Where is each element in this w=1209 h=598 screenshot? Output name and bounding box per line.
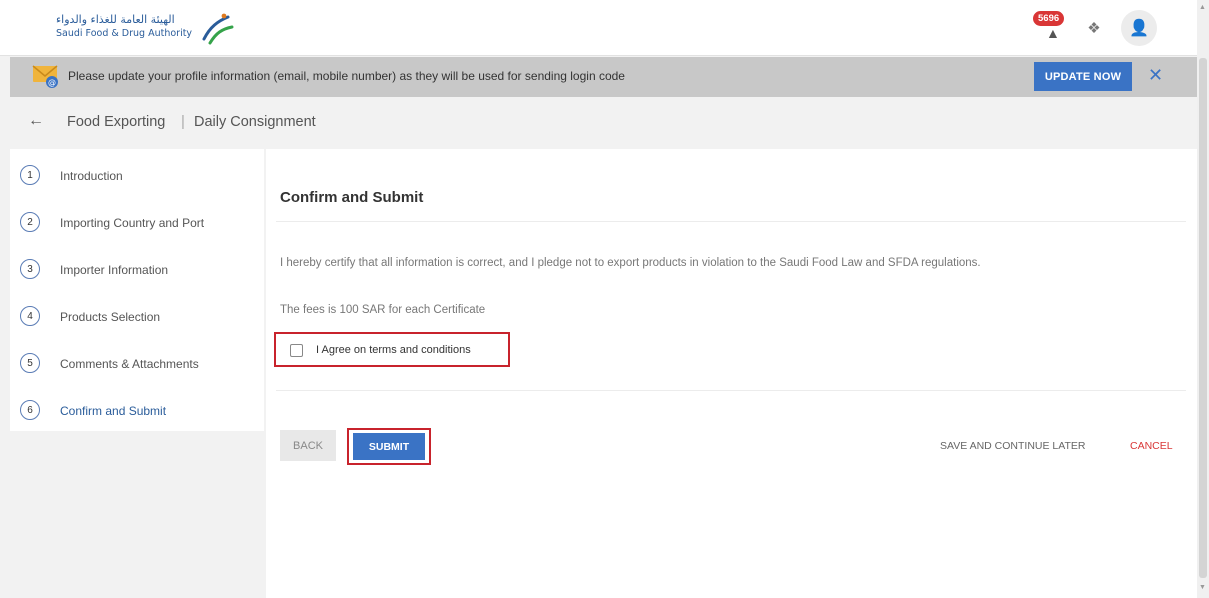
fees-text: The fees is 100 SAR for each Certificate — [280, 304, 486, 316]
step-importer-information[interactable]: 3 Importer Information — [10, 255, 264, 283]
step-products-selection[interactable]: 4 Products Selection — [10, 302, 264, 330]
save-and-continue-later-button[interactable]: SAVE AND CONTINUE LATER — [940, 440, 1085, 452]
steps-sidebar: 1 Introduction 2 Importing Country and P… — [10, 149, 264, 431]
step-number: 1 — [20, 165, 40, 185]
step-number: 6 — [20, 400, 40, 420]
step-label: Products Selection — [60, 310, 161, 324]
back-button[interactable]: BACK — [280, 430, 336, 461]
sfda-logo-mark-icon — [202, 13, 234, 45]
divider — [276, 390, 1186, 391]
user-avatar-button[interactable]: 👤 — [1121, 10, 1157, 46]
step-label: Importing Country and Port — [60, 216, 205, 230]
divider — [276, 221, 1186, 222]
scroll-up-icon[interactable]: ▲ — [1199, 4, 1206, 11]
scrollbar-thumb[interactable] — [1199, 58, 1207, 578]
logo-arabic-text: الهيئة العامة للغذاء والدواء — [56, 13, 175, 26]
step-number: 2 — [20, 212, 40, 232]
back-arrow-icon[interactable]: ← — [28, 112, 44, 130]
logo-english-text: Saudi Food & Drug Authority — [56, 28, 193, 39]
breadcrumb-page: Daily Consignment — [194, 114, 316, 130]
agree-terms-label[interactable]: I Agree on terms and conditions — [316, 344, 471, 356]
step-label: Confirm and Submit — [60, 404, 167, 418]
breadcrumb-separator: | — [181, 113, 185, 130]
page-scrollbar[interactable]: ▲ ▼ — [1197, 0, 1209, 598]
breadcrumb-section[interactable]: Food Exporting — [67, 114, 165, 130]
step-label: Comments & Attachments — [60, 357, 199, 371]
submit-highlight: SUBMIT — [347, 428, 431, 465]
step-confirm-and-submit[interactable]: 6 Confirm and Submit — [10, 396, 264, 424]
user-icon: 👤 — [1129, 20, 1149, 37]
step-number: 3 — [20, 259, 40, 279]
step-importing-country-and-port[interactable]: 2 Importing Country and Port — [10, 208, 264, 236]
step-label: Importer Information — [60, 263, 169, 277]
step-number: 4 — [20, 306, 40, 326]
cancel-button[interactable]: CANCEL — [1130, 440, 1173, 452]
submit-button[interactable]: SUBMIT — [353, 433, 425, 460]
agree-terms-highlight: I Agree on terms and conditions — [274, 332, 510, 367]
header-actions: 5696 ▲ ❖ 👤 — [1033, 10, 1157, 46]
certification-text: I hereby certify that all information is… — [280, 257, 981, 269]
box-icon[interactable]: ❖ — [1081, 15, 1107, 41]
step-comments-attachments[interactable]: 5 Comments & Attachments — [10, 349, 264, 377]
confirm-submit-panel: Confirm and Submit I hereby certify that… — [266, 149, 1197, 598]
scroll-down-icon[interactable]: ▼ — [1199, 584, 1206, 591]
notification-count-badge: 5696 — [1033, 11, 1065, 26]
step-number: 5 — [20, 353, 40, 373]
close-banner-icon[interactable]: ✕ — [1148, 65, 1163, 86]
page: الهيئة العامة للغذاء والدواء Saudi Food … — [0, 0, 1209, 598]
email-envelope-icon: @ — [32, 65, 58, 88]
bell-icon: ▲ — [1046, 25, 1060, 41]
step-label: Introduction — [60, 169, 123, 183]
profile-update-banner: @ Please update your profile information… — [10, 57, 1197, 97]
svg-text:@: @ — [48, 78, 56, 87]
update-now-button[interactable]: UPDATE NOW — [1034, 62, 1132, 91]
agree-terms-checkbox[interactable] — [290, 344, 303, 357]
notifications-button[interactable]: 5696 ▲ — [1033, 11, 1067, 43]
banner-message: Please update your profile information (… — [68, 69, 625, 83]
breadcrumb: ← Food Exporting | Daily Consignment — [10, 98, 1197, 148]
sfda-logo[interactable]: الهيئة العامة للغذاء والدواء Saudi Food … — [56, 13, 236, 47]
top-header: الهيئة العامة للغذاء والدواء Saudi Food … — [0, 0, 1197, 56]
step-introduction[interactable]: 1 Introduction — [10, 161, 264, 189]
page-title: Confirm and Submit — [280, 189, 424, 206]
